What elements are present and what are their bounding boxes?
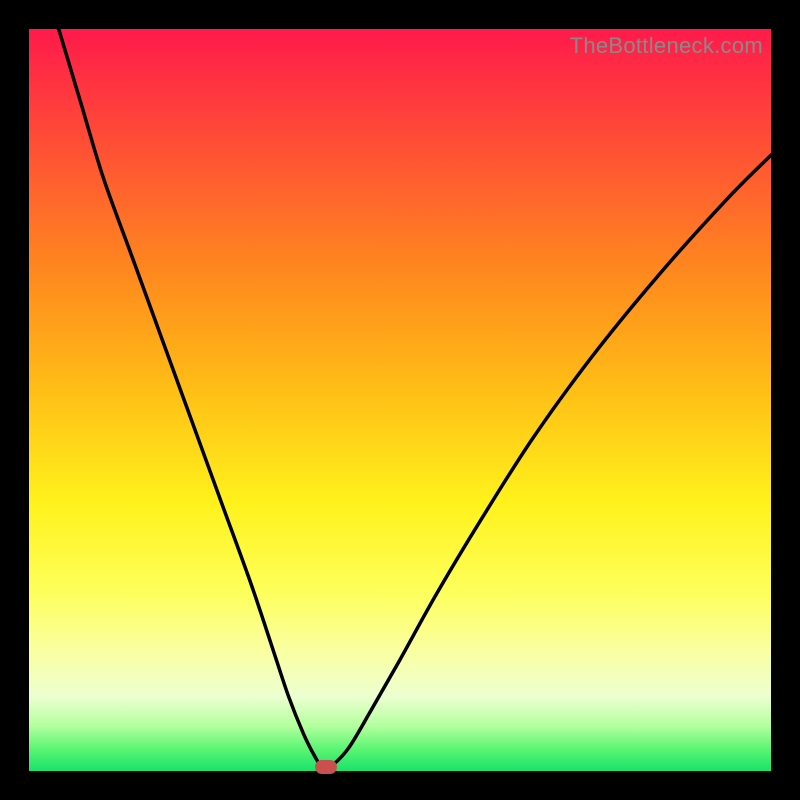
plot-area: TheBottleneck.com <box>29 29 771 771</box>
optimum-marker <box>315 760 337 774</box>
chart-frame: TheBottleneck.com <box>0 0 800 800</box>
bottleneck-curve <box>59 29 771 769</box>
curve-svg <box>29 29 771 771</box>
